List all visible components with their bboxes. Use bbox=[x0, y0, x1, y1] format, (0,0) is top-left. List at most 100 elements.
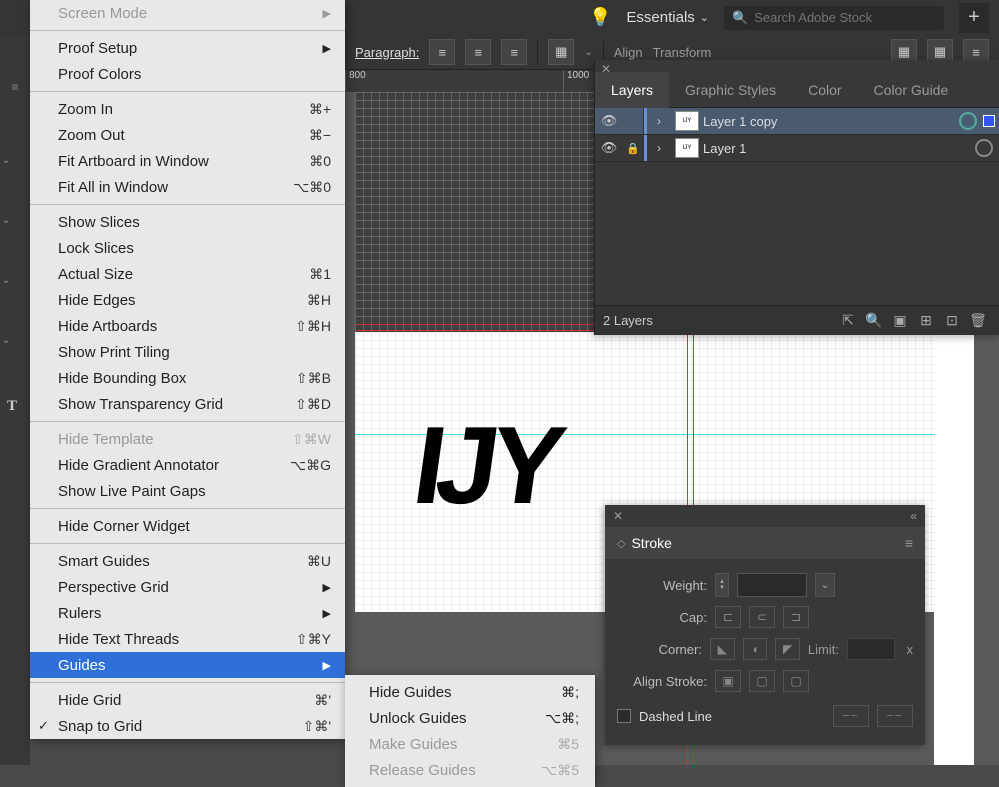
submenu-hide-guides[interactable]: Hide Guides⌘; bbox=[345, 679, 595, 705]
corner-round-icon[interactable]: ◖ bbox=[743, 638, 768, 660]
chevron-right-icon[interactable]: › bbox=[647, 114, 671, 128]
menu-proof-setup[interactable]: Proof Setup▶ bbox=[30, 35, 345, 61]
panel-title-bar[interactable]: ◇ Stroke ≡ bbox=[605, 527, 925, 559]
panel-header[interactable]: ✕ « bbox=[605, 505, 925, 527]
chevron-right-icon[interactable]: › bbox=[647, 141, 671, 155]
menu-hide-corner[interactable]: Hide Corner Widget bbox=[30, 513, 345, 539]
layer-name[interactable]: Layer 1 bbox=[703, 141, 975, 156]
submenu-make-guides[interactable]: Make Guides⌘5 bbox=[345, 731, 595, 757]
chevron-down-icon: ⌄ bbox=[700, 11, 709, 24]
chevron-icon[interactable]: ◇ bbox=[617, 537, 625, 550]
layer-row[interactable]: 👁 › IJY Layer 1 copy bbox=[595, 108, 999, 135]
collapse-icon[interactable]: « bbox=[910, 509, 917, 523]
menu-live-paint[interactable]: Show Live Paint Gaps bbox=[30, 478, 345, 504]
weight-dropdown[interactable]: ⌄ bbox=[815, 573, 835, 597]
menu-persp-grid[interactable]: Perspective Grid▶ bbox=[30, 574, 345, 600]
submenu-release-guides[interactable]: Release Guides⌥⌘5 bbox=[345, 757, 595, 783]
align-label[interactable]: Align bbox=[614, 45, 643, 60]
menu-hide-edges[interactable]: Hide Edges⌘H bbox=[30, 287, 345, 313]
chevron-down-icon[interactable]: ⌄ bbox=[584, 47, 592, 58]
tab-layers[interactable]: Layers bbox=[595, 72, 669, 108]
chevron-down-icon[interactable]: ⌄ bbox=[2, 155, 16, 169]
target-icon[interactable] bbox=[975, 139, 993, 157]
menu-hide-artboards[interactable]: Hide Artboards⇧⌘H bbox=[30, 313, 345, 339]
chevron-down-icon[interactable]: ⌄ bbox=[2, 335, 16, 349]
trash-icon[interactable]: 🗑 bbox=[965, 312, 991, 329]
menu-smart-guides[interactable]: Smart Guides⌘U bbox=[30, 548, 345, 574]
artwork-glyphs[interactable]: IJY bbox=[409, 422, 562, 510]
align-outside-icon[interactable]: ▢ bbox=[783, 670, 809, 692]
layer-name[interactable]: Layer 1 copy bbox=[703, 114, 959, 129]
layer-thumbnail[interactable]: IJY bbox=[675, 111, 699, 131]
menu-hide-text-threads[interactable]: Hide Text Threads⇧⌘Y bbox=[30, 626, 345, 652]
dashed-checkbox[interactable] bbox=[617, 709, 631, 723]
menu-hide-grad-ann[interactable]: Hide Gradient Annotator⌥⌘G bbox=[30, 452, 345, 478]
export-icon[interactable]: ⇱ bbox=[835, 312, 861, 329]
submenu-unlock-guides[interactable]: Unlock Guides⌥⌘; bbox=[345, 705, 595, 731]
cap-round-icon[interactable]: ⊂ bbox=[749, 606, 775, 628]
menu-separator bbox=[30, 91, 345, 92]
chevron-down-icon[interactable]: ⌄ bbox=[2, 275, 16, 289]
lock-icon[interactable]: 🔒 bbox=[623, 142, 643, 155]
selection-color-box[interactable] bbox=[983, 115, 995, 127]
tab-color-guide[interactable]: Color Guide bbox=[858, 72, 965, 108]
align-center-icon[interactable]: ≡ bbox=[465, 39, 491, 65]
align-left-icon[interactable]: ≡ bbox=[429, 39, 455, 65]
new-sublayer-icon[interactable]: ⊞ bbox=[913, 312, 939, 329]
menu-hide-grid[interactable]: Hide Grid⌘' bbox=[30, 687, 345, 713]
corner-bevel-icon[interactable]: ◤ bbox=[775, 638, 800, 660]
menu-hide-bbox[interactable]: Hide Bounding Box⇧⌘B bbox=[30, 365, 345, 391]
corner-miter-icon[interactable]: ◣ bbox=[710, 638, 735, 660]
weight-input[interactable] bbox=[737, 573, 807, 597]
menu-actual-size[interactable]: Actual Size⌘1 bbox=[30, 261, 345, 287]
limit-input[interactable] bbox=[847, 638, 895, 660]
stepper-icon[interactable]: ▲▼ bbox=[715, 573, 729, 597]
locate-icon[interactable]: 🔍 bbox=[861, 312, 887, 329]
align-right-icon[interactable]: ≡ bbox=[501, 39, 527, 65]
tab-graphic-styles[interactable]: Graphic Styles bbox=[669, 72, 792, 108]
menu-screen-mode[interactable]: Screen Mode▶ bbox=[30, 0, 345, 26]
area-type-icon[interactable]: ▦ bbox=[548, 39, 574, 65]
menu-snap-grid[interactable]: ✓Snap to Grid⇧⌘' bbox=[30, 713, 345, 739]
lightbulb-icon[interactable]: 💡 bbox=[589, 7, 611, 28]
dash-align-icon[interactable]: ┄┄ bbox=[877, 705, 913, 727]
menu-lock-slices[interactable]: Lock Slices bbox=[30, 235, 345, 261]
paragraph-label[interactable]: Paragraph: bbox=[355, 45, 419, 60]
menu-hide-template[interactable]: Hide Template⇧⌘W bbox=[30, 426, 345, 452]
layer-row[interactable]: 👁 🔒 › IJY Layer 1 bbox=[595, 135, 999, 162]
menu-print-tiling[interactable]: Show Print Tiling bbox=[30, 339, 345, 365]
transform-label[interactable]: Transform bbox=[653, 45, 712, 60]
stock-search[interactable]: 🔍 bbox=[724, 6, 944, 30]
dash-preserve-icon[interactable]: ┄┄ bbox=[833, 705, 869, 727]
stock-search-input[interactable] bbox=[754, 10, 936, 25]
align-inside-icon[interactable]: ▢ bbox=[749, 670, 775, 692]
menu-zoom-in[interactable]: Zoom In⌘+ bbox=[30, 96, 345, 122]
layers-count: 2 Layers bbox=[603, 313, 835, 328]
new-layer-icon[interactable]: ⊡ bbox=[939, 312, 965, 329]
menu-separator bbox=[30, 682, 345, 683]
panel-menu-icon[interactable]: ≡ bbox=[905, 535, 913, 551]
tab-color[interactable]: Color bbox=[792, 72, 857, 108]
close-icon[interactable]: ✕ bbox=[601, 62, 611, 76]
chevron-down-icon[interactable]: ⌄ bbox=[2, 215, 16, 229]
visibility-icon[interactable]: 👁 bbox=[595, 140, 623, 156]
align-center-icon[interactable]: ▣ bbox=[715, 670, 741, 692]
cap-butt-icon[interactable]: ⊏ bbox=[715, 606, 741, 628]
menu-trans-grid[interactable]: Show Transparency Grid⇧⌘D bbox=[30, 391, 345, 417]
menu-zoom-out[interactable]: Zoom Out⌘− bbox=[30, 122, 345, 148]
visibility-icon[interactable]: 👁 bbox=[595, 113, 623, 129]
menu-proof-colors[interactable]: Proof Colors bbox=[30, 61, 345, 87]
layer-thumbnail[interactable]: IJY bbox=[675, 138, 699, 158]
menu-show-slices[interactable]: Show Slices bbox=[30, 209, 345, 235]
menu-fit-all[interactable]: Fit All in Window⌥⌘0 bbox=[30, 174, 345, 200]
arrange-documents-button[interactable]: + bbox=[959, 3, 989, 33]
cap-projecting-icon[interactable]: ⊐ bbox=[783, 606, 809, 628]
menu-fit-artboard[interactable]: Fit Artboard in Window⌘0 bbox=[30, 148, 345, 174]
workspace-switcher[interactable]: Essentials ⌄ bbox=[626, 9, 709, 26]
target-icon[interactable] bbox=[959, 112, 977, 130]
close-icon[interactable]: ✕ bbox=[613, 509, 623, 523]
panel-collapse-icon[interactable]: ≡ bbox=[5, 80, 25, 100]
clip-mask-icon[interactable]: ▣ bbox=[887, 312, 913, 329]
menu-rulers[interactable]: Rulers▶ bbox=[30, 600, 345, 626]
menu-guides[interactable]: Guides▶ bbox=[30, 652, 345, 678]
